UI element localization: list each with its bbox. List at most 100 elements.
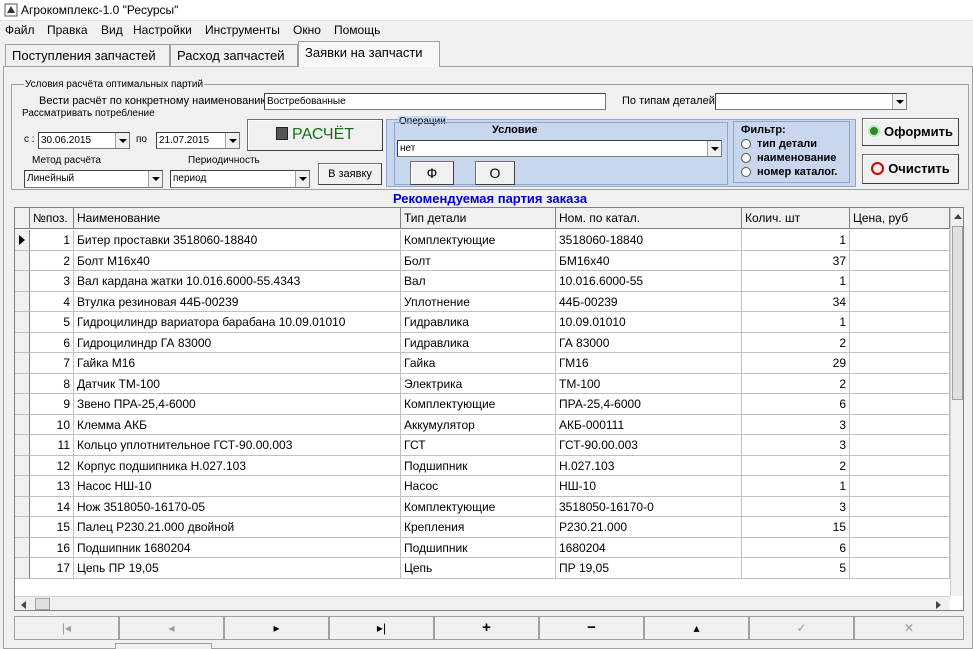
- cell-name[interactable]: Насос НШ-10: [74, 476, 401, 497]
- nav-delete-button[interactable]: −: [539, 616, 644, 640]
- nav-prior-button[interactable]: ◂: [119, 616, 224, 640]
- cell-type[interactable]: Комплектующие: [401, 394, 556, 415]
- row-indicator[interactable]: [15, 332, 30, 353]
- chevron-down-icon[interactable]: [707, 141, 721, 156]
- cell-catalog[interactable]: Р230.21.000: [556, 517, 742, 538]
- menu-file[interactable]: Файл: [5, 23, 35, 37]
- cell-qty[interactable]: 1: [742, 271, 850, 292]
- cell-catalog[interactable]: Н.027.103: [556, 455, 742, 476]
- cell-qty[interactable]: 6: [742, 537, 850, 558]
- table-row[interactable]: 2 Болт М16х40 Болт БМ16х40 37: [15, 250, 950, 271]
- row-indicator[interactable]: [15, 455, 30, 476]
- cell-price[interactable]: [850, 517, 950, 538]
- cell-qty[interactable]: 3: [742, 435, 850, 456]
- cell-price[interactable]: [850, 476, 950, 497]
- cell-pos[interactable]: 7: [30, 353, 74, 374]
- cell-price[interactable]: [850, 394, 950, 415]
- tab-incoming[interactable]: Поступления запчастей: [5, 44, 170, 66]
- cell-pos[interactable]: 12: [30, 455, 74, 476]
- f-button[interactable]: Ф: [410, 161, 454, 185]
- cell-type[interactable]: Электрика: [401, 373, 556, 394]
- scroll-thumb[interactable]: [952, 226, 963, 400]
- horizontal-scrollbar[interactable]: [15, 596, 950, 610]
- row-indicator[interactable]: [15, 353, 30, 374]
- calc-button[interactable]: РАСЧЁТ: [247, 119, 383, 151]
- table-row[interactable]: 8 Датчик ТМ-100 Электрика ТМ-100 2: [15, 373, 950, 394]
- chevron-down-icon[interactable]: [115, 133, 129, 148]
- filter-type-radio[interactable]: [741, 139, 751, 149]
- header-pos[interactable]: №поз.: [30, 208, 74, 229]
- cell-pos[interactable]: 4: [30, 291, 74, 312]
- cell-catalog[interactable]: 3518060-18840: [556, 230, 742, 251]
- cell-pos[interactable]: 17: [30, 558, 74, 579]
- cell-price[interactable]: [850, 353, 950, 374]
- cell-name[interactable]: Втулка резиновая 44Б-00239: [74, 291, 401, 312]
- cell-pos[interactable]: 10: [30, 414, 74, 435]
- cell-pos[interactable]: 1: [30, 230, 74, 251]
- cell-type[interactable]: Подшипник: [401, 537, 556, 558]
- chevron-down-icon[interactable]: [148, 171, 162, 187]
- row-indicator[interactable]: [15, 394, 30, 415]
- cell-pos[interactable]: 2: [30, 250, 74, 271]
- cell-pos[interactable]: 5: [30, 312, 74, 333]
- table-row[interactable]: 17 Цепь ПР 19,05 Цепь ПР 19,05 5: [15, 558, 950, 579]
- cell-name[interactable]: Клемма АКБ: [74, 414, 401, 435]
- cell-type[interactable]: Уплотнение: [401, 291, 556, 312]
- menu-window[interactable]: Окно: [293, 23, 321, 37]
- cell-price[interactable]: [850, 312, 950, 333]
- cell-pos[interactable]: 6: [30, 332, 74, 353]
- cell-type[interactable]: Крепления: [401, 517, 556, 538]
- cell-catalog[interactable]: ГА 83000: [556, 332, 742, 353]
- cell-type[interactable]: ГСТ: [401, 435, 556, 456]
- scroll-left-icon[interactable]: [21, 601, 26, 609]
- cell-name[interactable]: Нож 3518050-16170-05: [74, 496, 401, 517]
- row-indicator[interactable]: [15, 414, 30, 435]
- cell-price[interactable]: [850, 332, 950, 353]
- cell-type[interactable]: Подшипник: [401, 455, 556, 476]
- nav-first-button[interactable]: |◂: [14, 616, 119, 640]
- cell-catalog[interactable]: НШ-10: [556, 476, 742, 497]
- header-type[interactable]: Тип детали: [401, 208, 556, 229]
- by-name-field[interactable]: Востребованные: [264, 93, 606, 110]
- row-indicator[interactable]: [15, 558, 30, 579]
- cell-qty[interactable]: 37: [742, 250, 850, 271]
- tab-expense[interactable]: Расход запчастей: [170, 44, 298, 66]
- table-row[interactable]: 7 Гайка М16 Гайка ГМ16 29: [15, 353, 950, 374]
- cell-name[interactable]: Гидроцилиндр вариатора барабана 10.09.01…: [74, 312, 401, 333]
- cell-type[interactable]: Гидравлика: [401, 332, 556, 353]
- cell-price[interactable]: [850, 496, 950, 517]
- cell-name[interactable]: Цепь ПР 19,05: [74, 558, 401, 579]
- cell-catalog[interactable]: ПР 19,05: [556, 558, 742, 579]
- cell-type[interactable]: Гидравлика: [401, 312, 556, 333]
- table-row[interactable]: 16 Подшипник 1680204 Подшипник 1680204 6: [15, 537, 950, 558]
- cell-qty[interactable]: 2: [742, 455, 850, 476]
- cell-name[interactable]: Корпус подшипника Н.027.103: [74, 455, 401, 476]
- cell-pos[interactable]: 16: [30, 537, 74, 558]
- cell-name[interactable]: Болт М16х40: [74, 250, 401, 271]
- header-price[interactable]: Цена, руб: [850, 208, 950, 229]
- row-indicator[interactable]: [15, 517, 30, 538]
- nav-edit-button[interactable]: ▴: [644, 616, 749, 640]
- method-combo[interactable]: Линейный: [24, 170, 163, 188]
- cell-price[interactable]: [850, 373, 950, 394]
- cell-qty[interactable]: 1: [742, 312, 850, 333]
- clear-button[interactable]: Очистить: [862, 154, 959, 184]
- cell-price[interactable]: [850, 250, 950, 271]
- cell-price[interactable]: [850, 537, 950, 558]
- cell-catalog[interactable]: 44Б-00239: [556, 291, 742, 312]
- chevron-down-icon[interactable]: [295, 171, 309, 187]
- table-row[interactable]: 1 Битер проставки 3518060-18840 Комплектую…: [15, 230, 950, 251]
- row-indicator[interactable]: [15, 291, 30, 312]
- cell-qty[interactable]: 3: [742, 496, 850, 517]
- row-indicator[interactable]: [15, 373, 30, 394]
- table-row[interactable]: 3 Вал кардана жатки 10.016.6000-55.4343 Ва…: [15, 271, 950, 292]
- cell-pos[interactable]: 9: [30, 394, 74, 415]
- cell-pos[interactable]: 11: [30, 435, 74, 456]
- cell-qty[interactable]: 1: [742, 230, 850, 251]
- by-type-combo[interactable]: [715, 93, 907, 110]
- cell-price[interactable]: [850, 230, 950, 251]
- cell-name[interactable]: Палец Р230.21.000 двойной: [74, 517, 401, 538]
- cell-name[interactable]: Датчик ТМ-100: [74, 373, 401, 394]
- cell-price[interactable]: [850, 291, 950, 312]
- cell-name[interactable]: Кольцо уплотнительное ГСТ-90.00.003: [74, 435, 401, 456]
